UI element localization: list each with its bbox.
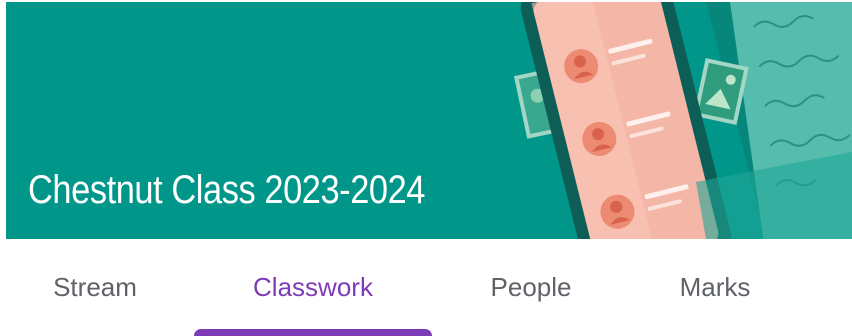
tab-classwork-label: Classwork	[253, 272, 373, 302]
active-tab-indicator	[194, 329, 432, 336]
class-title: Chestnut Class 2023-2024	[28, 168, 426, 212]
tab-classwork[interactable]: Classwork	[192, 239, 434, 336]
tab-marks-label: Marks	[679, 272, 751, 302]
tab-marks[interactable]: Marks	[650, 239, 780, 336]
class-banner: Chestnut Class 2023-2024	[6, 2, 852, 239]
tab-stream-label: Stream	[53, 272, 137, 302]
tab-stream[interactable]: Stream	[30, 239, 160, 336]
tab-people-label: People	[490, 272, 572, 302]
tab-people[interactable]: People	[466, 239, 596, 336]
photo-frame-graphic-2	[693, 58, 749, 125]
class-tabs: Stream Classwork People Marks	[0, 239, 852, 336]
